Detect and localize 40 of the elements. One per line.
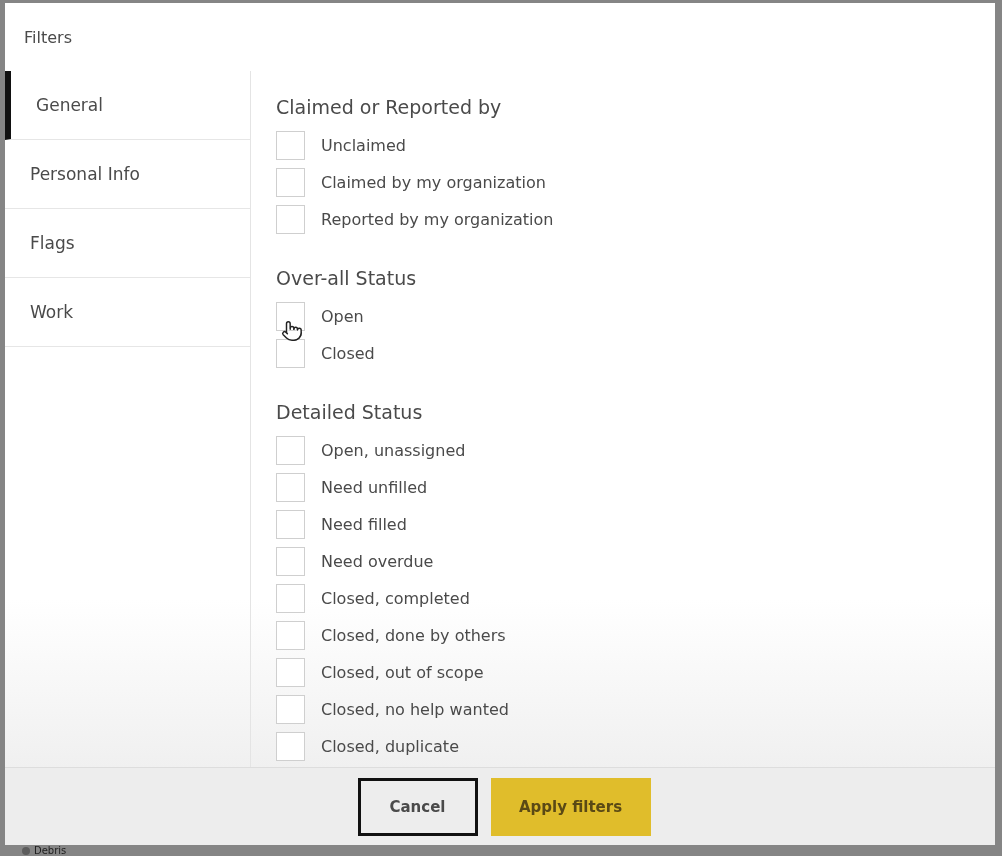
checkbox[interactable]	[276, 168, 305, 197]
checkbox-label: Closed, completed	[321, 589, 470, 608]
checkbox[interactable]	[276, 621, 305, 650]
checkbox-label: Closed	[321, 344, 375, 363]
checkbox-label: Closed, out of scope	[321, 663, 484, 682]
checkbox-label: Closed, duplicate	[321, 737, 459, 756]
cancel-button[interactable]: Cancel	[357, 777, 478, 836]
checkbox[interactable]	[276, 473, 305, 502]
checkbox-label: Need filled	[321, 515, 407, 534]
section-heading: Detailed Status	[276, 400, 423, 425]
checkbox-label: Open	[321, 307, 364, 326]
sidebar-tab[interactable]: General	[5, 71, 250, 140]
checkbox[interactable]	[276, 436, 305, 465]
checkbox-label: Need unfilled	[321, 478, 428, 497]
checkbox[interactable]	[276, 658, 305, 687]
section-heading: Claimed or Reported by	[276, 95, 502, 120]
section-heading: Over-all Status	[276, 266, 417, 291]
sidebar-tab[interactable]: Personal Info	[5, 140, 250, 209]
background-list-item: Debris	[34, 845, 67, 856]
checkbox[interactable]	[276, 732, 305, 761]
dialog-title: Filters	[24, 27, 72, 47]
checkbox-label: Need overdue	[321, 552, 434, 571]
checkbox-label: Unclaimed	[321, 136, 406, 155]
checkbox[interactable]	[276, 584, 305, 613]
checkbox-label: Closed, done by others	[321, 626, 506, 645]
checkbox[interactable]	[276, 131, 305, 160]
checkbox-label: Reported by my organization	[321, 210, 554, 229]
checkbox[interactable]	[276, 695, 305, 724]
checkbox[interactable]	[276, 205, 305, 234]
checkbox-label: Open, unassigned	[321, 441, 466, 460]
sidebar-tab[interactable]: Work	[5, 278, 250, 347]
checkbox[interactable]	[276, 510, 305, 539]
hand-pointer-icon	[281, 319, 303, 343]
checkbox-label: Closed, no help wanted	[321, 700, 509, 719]
sidebar-tab[interactable]: Flags	[5, 209, 250, 278]
status-dot-icon	[22, 846, 30, 855]
checkbox-label: Claimed by my organization	[321, 173, 546, 192]
checkbox[interactable]	[276, 339, 305, 368]
checkbox[interactable]	[276, 547, 305, 576]
apply-button[interactable]: Apply filters	[490, 777, 651, 836]
